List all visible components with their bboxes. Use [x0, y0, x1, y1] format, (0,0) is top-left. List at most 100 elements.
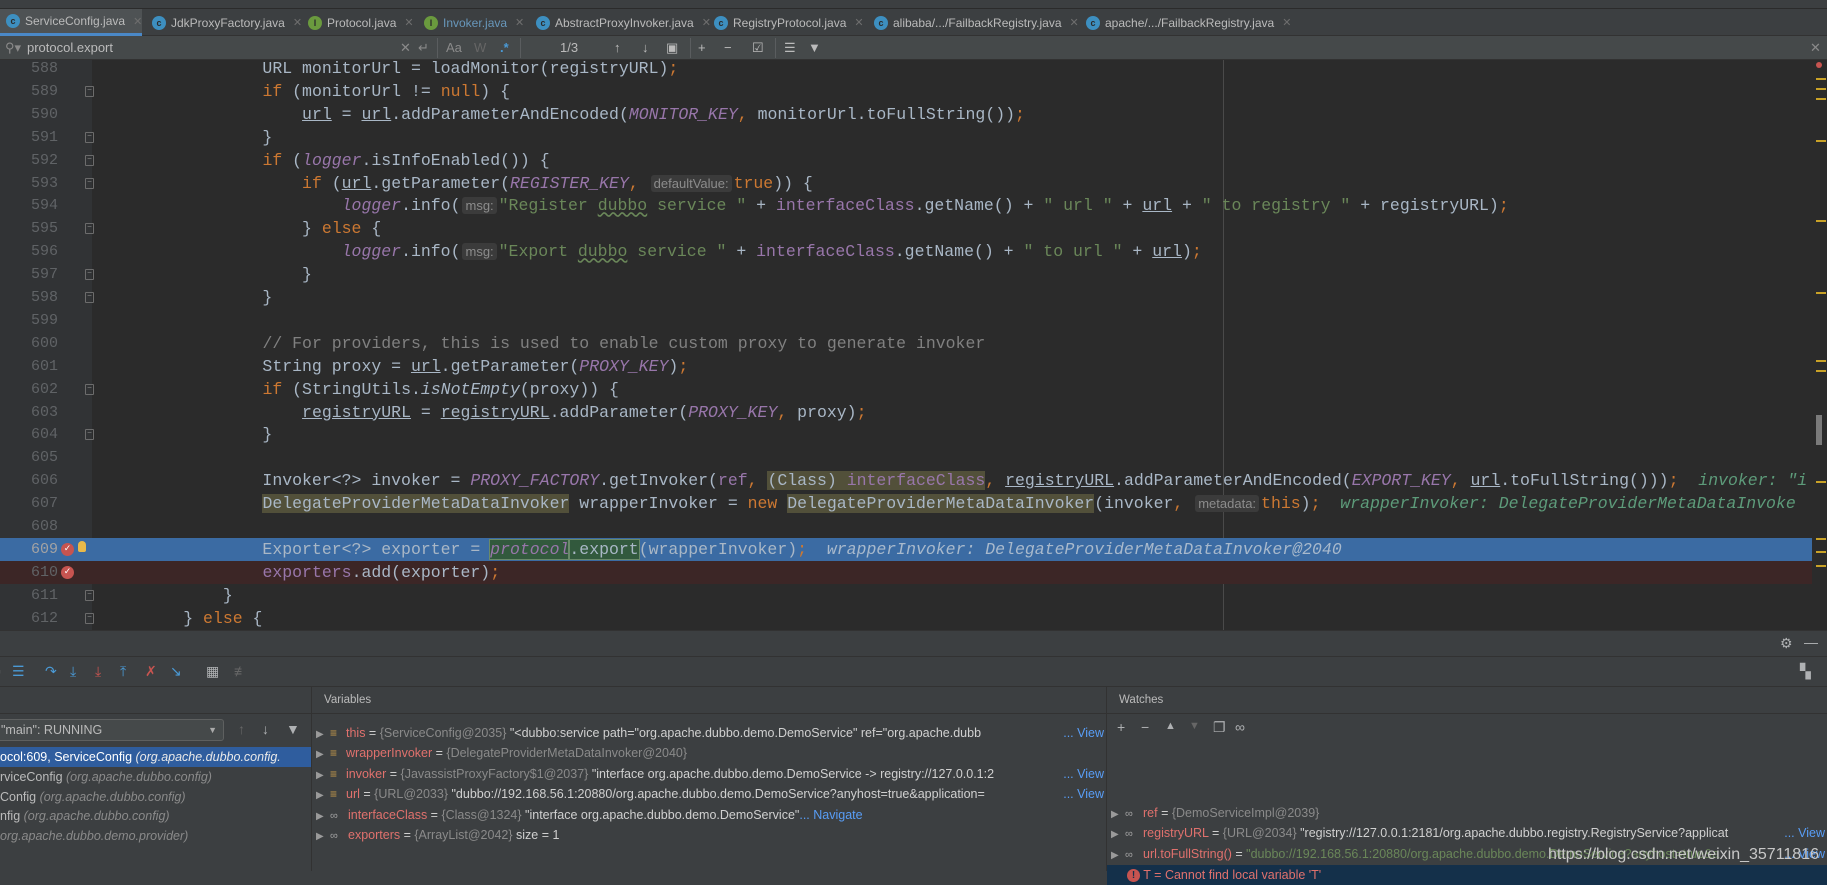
- fold-marker-icon[interactable]: −: [85, 177, 94, 189]
- tab-invoker-java[interactable]: I Invoker.java ✕: [418, 9, 524, 36]
- editor-scrollbar[interactable]: [1812, 60, 1827, 630]
- step-over-icon[interactable]: ↷: [45, 663, 57, 680]
- error-stripe-icon[interactable]: [1816, 62, 1822, 68]
- close-tab-icon[interactable]: ✕: [293, 16, 302, 29]
- close-tab-icon[interactable]: ✕: [404, 16, 413, 29]
- thread-selector[interactable]: "main": RUNNING ▼: [0, 719, 224, 741]
- fold-marker-icon[interactable]: −: [85, 292, 94, 303]
- add-occurrence-icon[interactable]: +: [698, 40, 706, 55]
- filter-icon[interactable]: ▼: [808, 40, 821, 55]
- tab-alibaba-failbackregistry-java[interactable]: c alibaba/.../FailbackRegistry.java ✕: [868, 9, 1079, 36]
- scroll-marker[interactable]: [1816, 481, 1826, 483]
- remove-occurrence-icon[interactable]: −: [724, 40, 732, 55]
- duplicate-watch-icon[interactable]: ❐: [1213, 719, 1226, 736]
- tab-serviceconfig-java[interactable]: c ServiceConfig.java ✕: [0, 9, 143, 36]
- search-icon[interactable]: ⚲▾: [5, 40, 21, 56]
- watch-row[interactable]: ▶ ∞ registryURL = {URL@2034} "registry://1…: [1111, 823, 1825, 844]
- scroll-marker[interactable]: [1816, 565, 1826, 567]
- stack-frame[interactable]: nfig (org.apache.dubbo.config): [0, 806, 311, 826]
- tab-abstractproxyinvoker-java[interactable]: c AbstractProxyInvoker.java ✕: [530, 9, 711, 36]
- step-out-icon[interactable]: ⤒: [120, 663, 126, 680]
- view-link[interactable]: ... View: [1063, 723, 1104, 743]
- fold-marker-icon[interactable]: −: [85, 429, 94, 441]
- words-toggle[interactable]: W: [474, 40, 486, 55]
- fold-marker-icon[interactable]: −: [85, 154, 94, 166]
- filter-frames-icon[interactable]: ▼: [286, 721, 300, 737]
- scroll-marker[interactable]: [1816, 551, 1826, 553]
- view-link[interactable]: ... View: [1063, 763, 1104, 784]
- close-tab-icon[interactable]: ✕: [515, 16, 524, 29]
- variable-row[interactable]: ▶ ∞ interfaceClass = {Class@1324} "interfa…: [316, 805, 1104, 825]
- drop-frame-icon[interactable]: ✗: [145, 663, 157, 680]
- move-watch-down-icon[interactable]: ▼: [1189, 720, 1200, 732]
- fold-marker-icon[interactable]: −: [85, 383, 94, 395]
- code-editor[interactable]: 588 URL monitorUrl = loadMonitor(registr…: [0, 60, 1827, 630]
- scroll-marker[interactable]: [1816, 88, 1826, 90]
- previous-occurrence-icon[interactable]: ↑: [614, 40, 621, 55]
- expand-icon[interactable]: ▶: [316, 827, 330, 845]
- close-tab-icon[interactable]: ✕: [1282, 16, 1291, 29]
- expand-icon[interactable]: ▶: [1111, 825, 1125, 843]
- scroll-marker[interactable]: [1816, 360, 1826, 362]
- scroll-marker[interactable]: [1816, 370, 1826, 372]
- filter-settings-icon[interactable]: ☰: [784, 40, 796, 56]
- variable-row[interactable]: ▶ ≡ url = {URL@2033} "dubbo://192.168.56.1…: [316, 784, 1104, 805]
- close-tab-icon[interactable]: ✕: [1070, 16, 1079, 29]
- match-case-toggle[interactable]: Aa: [446, 40, 462, 55]
- close-tab-icon[interactable]: ✕: [854, 16, 863, 29]
- fold-marker-icon[interactable]: −: [85, 85, 94, 97]
- view-link[interactable]: ... Navigate: [799, 808, 862, 822]
- fold-marker-icon[interactable]: −: [85, 589, 94, 601]
- resize-handle-icon[interactable]: ▪: [0, 663, 1, 679]
- expand-icon[interactable]: ▶: [316, 745, 330, 763]
- intention-bulb-icon[interactable]: [78, 540, 86, 552]
- minimize-icon[interactable]: —: [1804, 634, 1818, 650]
- variable-row[interactable]: ▶ ≡ wrapperInvoker = {DelegateProviderMeta…: [316, 743, 1104, 763]
- expand-icon[interactable]: ▶: [1111, 846, 1125, 864]
- variable-row[interactable]: ▶ ≡ this = {ServiceConfig@2035} "<dubbo:se…: [316, 723, 1104, 743]
- expand-icon[interactable]: ▶: [316, 766, 330, 784]
- tab-jdkproxyfactory-java[interactable]: c JdkProxyFactory.java ✕: [146, 9, 302, 36]
- expand-icon[interactable]: ▶: [316, 786, 330, 804]
- fold-marker-icon[interactable]: −: [85, 223, 94, 235]
- evaluate-expression-icon[interactable]: ▦: [206, 663, 219, 680]
- scroll-marker[interactable]: [1816, 292, 1826, 294]
- show-execution-point-icon[interactable]: ☰: [12, 663, 25, 680]
- expand-icon[interactable]: ▶: [1111, 805, 1125, 823]
- regex-toggle[interactable]: .*: [500, 40, 509, 55]
- stack-frame[interactable]: org.apache.dubbo.demo.provider): [0, 826, 311, 846]
- force-step-into-icon[interactable]: ⤓: [95, 663, 101, 680]
- stack-frame[interactable]: rviceConfig (org.apache.dubbo.config): [0, 767, 311, 787]
- fold-marker-icon[interactable]: −: [85, 269, 94, 281]
- select-all-occurrences-icon[interactable]: ▣: [666, 40, 678, 56]
- expand-icon[interactable]: ▶: [316, 725, 330, 743]
- run-to-cursor-icon[interactable]: ↘: [170, 663, 182, 680]
- fold-marker-icon[interactable]: −: [85, 612, 94, 624]
- trace-stream-icon[interactable]: ≢: [234, 663, 248, 679]
- layout-settings-icon[interactable]: ▚: [1800, 663, 1811, 680]
- scroll-marker[interactable]: [1816, 538, 1826, 540]
- scroll-marker[interactable]: [1816, 78, 1826, 80]
- remove-watch-icon[interactable]: −: [1141, 719, 1149, 735]
- gear-icon[interactable]: ⚙: [1780, 635, 1793, 652]
- scroll-marker[interactable]: [1816, 140, 1826, 142]
- view-link[interactable]: ... View: [1063, 784, 1104, 805]
- scroll-thumb[interactable]: [1816, 415, 1822, 445]
- frame-down-icon[interactable]: ↓: [262, 721, 269, 737]
- tab-apache-failbackregistry-java[interactable]: c apache/.../FailbackRegistry.java ✕: [1080, 9, 1291, 36]
- clear-search-icon[interactable]: ✕: [400, 40, 411, 56]
- watch-error-row[interactable]: ! T = Cannot find local variable 'T': [1107, 865, 1827, 885]
- watch-row[interactable]: ▶ ∞ ref = {DemoServiceImpl@2039}: [1111, 803, 1825, 823]
- stack-frame[interactable]: Config (org.apache.dubbo.config): [0, 787, 311, 807]
- scroll-marker[interactable]: [1816, 98, 1826, 100]
- variable-row[interactable]: ▶ ∞ exporters = {ArrayList@2042} size = 1: [316, 825, 1104, 845]
- breakpoint-icon[interactable]: ✓: [61, 565, 74, 579]
- show-watches-icon[interactable]: ∞: [1235, 719, 1245, 735]
- scroll-marker[interactable]: [1816, 220, 1826, 222]
- stack-frame[interactable]: ocol:609, ServiceConfig (org.apache.dubb…: [0, 747, 311, 767]
- frame-up-icon[interactable]: ↑: [238, 721, 245, 737]
- variable-row[interactable]: ▶ ≡ invoker = {JavassistProxyFactory$1@203…: [316, 763, 1104, 784]
- view-link[interactable]: ... View: [1784, 823, 1825, 844]
- add-watch-icon[interactable]: +: [1117, 719, 1125, 735]
- move-watch-up-icon[interactable]: ▲: [1165, 720, 1176, 732]
